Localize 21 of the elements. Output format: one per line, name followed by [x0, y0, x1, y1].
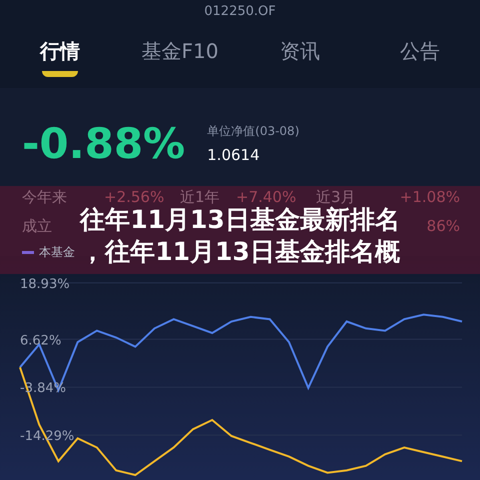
stat-value: 86%: [426, 217, 460, 235]
nav-value: 1.0614: [207, 146, 261, 164]
tab[interactable]: 公告: [360, 22, 480, 88]
tab[interactable]: 基金F10: [120, 22, 240, 88]
stat-value: +1.08%: [400, 188, 460, 206]
stat-value: +7.40%: [236, 188, 296, 206]
article-title: 往年11月13日基金最新排名: [80, 206, 400, 234]
fund-code: 012250.OF: [204, 4, 276, 19]
change-percent: -0.88%: [22, 118, 186, 168]
stat-label: 近1年: [180, 188, 220, 206]
stat-label: 今年来: [22, 188, 67, 206]
tab[interactable]: 资讯: [240, 22, 360, 88]
stat-label: 成立: [22, 217, 52, 235]
legend-label: 本基金: [39, 244, 75, 261]
axis-label: 18.93%: [20, 276, 70, 292]
tab[interactable]: 行情: [0, 22, 120, 88]
article-title: ，往年11月13日基金排名概: [80, 238, 400, 266]
nav-label: 单位净值(03-08): [207, 122, 300, 140]
stat-value: +2.56%: [104, 188, 164, 206]
stat-label: 近3月: [316, 188, 356, 206]
axis-label: 6.62%: [20, 333, 62, 348]
